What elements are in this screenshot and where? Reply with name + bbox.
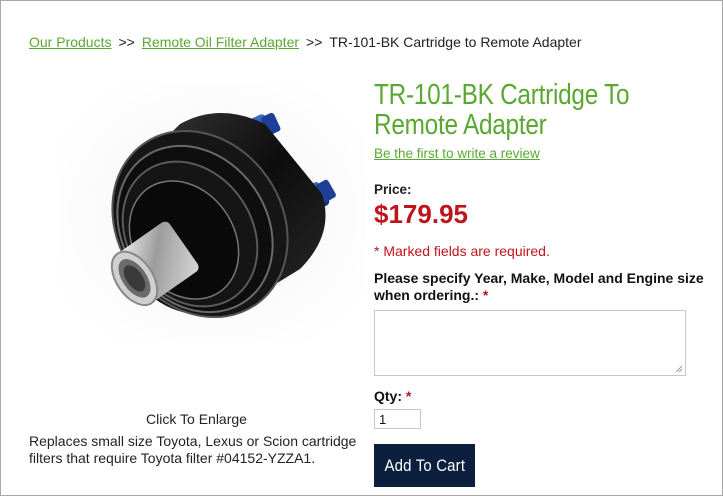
product-title: TR-101-BK Cartridge To Remote Adapter [374, 79, 630, 141]
vehicle-spec-textarea[interactable] [374, 310, 686, 376]
required-fields-note: * Marked fields are required. [374, 243, 550, 259]
breadcrumb: Our Products >> Remote Oil Filter Adapter >… [29, 34, 582, 50]
resize-grip-icon[interactable] [673, 363, 683, 373]
vehicle-spec-label-text: Please specify Year, Make, Model and Eng… [374, 270, 704, 303]
breadcrumb-separator: >> [306, 34, 323, 50]
product-description: Replaces small size Toyota, Lexus or Sci… [29, 433, 357, 466]
required-marker: * [482, 287, 489, 303]
breadcrumb-separator: >> [118, 34, 135, 50]
add-to-cart-button[interactable]: Add To Cart [374, 444, 475, 487]
write-review-link[interactable]: Be the first to write a review [374, 146, 540, 161]
qty-label: Qty: * [374, 388, 411, 404]
price-label: Price: [374, 182, 412, 197]
vehicle-spec-label: Please specify Year, Make, Model and Eng… [374, 270, 714, 304]
breadcrumb-current: TR-101-BK Cartridge to Remote Adapter [329, 34, 582, 50]
product-image[interactable] [60, 84, 366, 344]
price-value: $179.95 [374, 199, 468, 229]
click-to-enlarge-caption[interactable]: Click To Enlarge [60, 411, 333, 427]
required-marker: * [405, 388, 412, 404]
breadcrumb-link-our-products[interactable]: Our Products [29, 34, 111, 50]
qty-input[interactable] [374, 409, 421, 429]
breadcrumb-link-remote-oil-filter-adapter[interactable]: Remote Oil Filter Adapter [142, 34, 299, 50]
qty-label-text: Qty: [374, 388, 402, 404]
add-to-cart-label: Add To Cart [384, 455, 465, 475]
